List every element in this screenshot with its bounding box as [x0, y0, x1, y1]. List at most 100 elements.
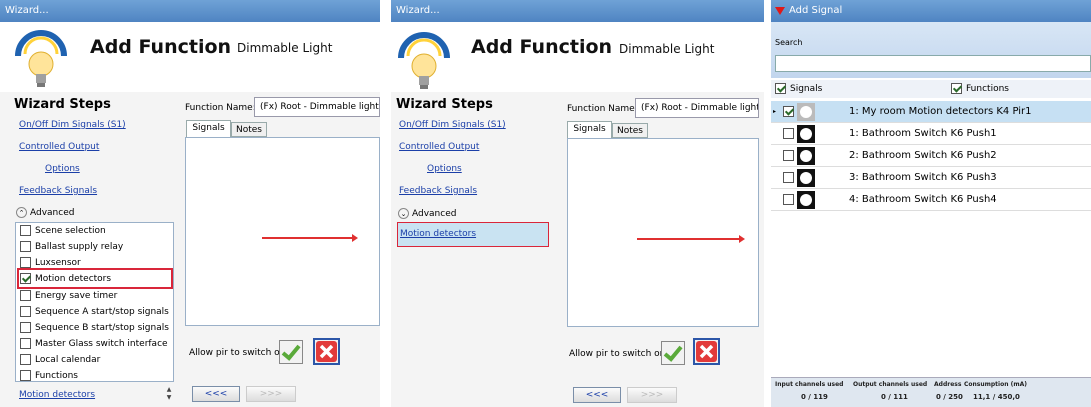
chevron-down-icon: ⌄: [398, 208, 409, 219]
checkbox[interactable]: [20, 257, 31, 268]
cancel-x-button[interactable]: [313, 338, 340, 365]
checkbox[interactable]: [783, 150, 794, 161]
signals-filter[interactable]: Signals: [775, 83, 822, 94]
window-title: Wizard...: [391, 0, 764, 22]
signals-filter-label: Signals: [790, 84, 823, 94]
checkbox-checked[interactable]: [951, 83, 962, 94]
option-local-calendar[interactable]: Local calendar: [20, 354, 100, 365]
push-button-icon: [797, 191, 815, 209]
back-button[interactable]: <<<: [192, 386, 240, 402]
signals-tab-content: [567, 138, 759, 327]
cancel-x-button[interactable]: [693, 338, 720, 365]
checkbox[interactable]: [783, 172, 794, 183]
search-input[interactable]: [775, 55, 1091, 72]
wizard-header: Add Function Dimmable Light: [391, 22, 764, 92]
advanced-options-list: Scene selection Ballast supply relay Lux…: [15, 222, 174, 382]
step-on-off-dim-signals[interactable]: On/Off Dim Signals (S1): [399, 120, 506, 130]
option-motion-detectors[interactable]: Motion detectors: [20, 273, 111, 284]
option-master-glass[interactable]: Master Glass switch interface: [20, 338, 168, 349]
step-controlled-output[interactable]: Controlled Output: [19, 142, 99, 152]
signal-label: 3: Bathroom Switch K6 Push3: [849, 172, 997, 183]
row-selector-icon: ▸: [773, 108, 777, 115]
confirm-check-button[interactable]: [661, 341, 685, 365]
signal-row[interactable]: 4: Bathroom Switch K6 Push4: [771, 189, 1091, 211]
option-ballast-supply-relay[interactable]: Ballast supply relay: [20, 241, 123, 252]
option-label: Ballast supply relay: [35, 242, 124, 252]
tab-signals[interactable]: Signals: [567, 121, 612, 138]
checkbox[interactable]: [20, 370, 31, 381]
checkbox[interactable]: [20, 241, 31, 252]
pir-sensor-icon: [797, 103, 815, 121]
push-button-icon: [797, 125, 815, 143]
light-bulb-icon: [398, 32, 450, 89]
allow-pir-label: Allow pir to switch on: [569, 349, 666, 359]
advanced-toggle[interactable]: ⌄ Advanced: [398, 208, 456, 219]
allow-pir-label: Allow pir to switch on: [189, 348, 286, 358]
window-title: Add Signal: [789, 5, 843, 16]
bottom-motion-detectors-link[interactable]: Motion detectors: [19, 390, 95, 400]
checkbox[interactable]: [20, 338, 31, 349]
chevron-up-icon: ⌃: [16, 207, 27, 218]
step-feedback-signals[interactable]: Feedback Signals: [19, 186, 97, 196]
tab-signals[interactable]: Signals: [186, 120, 231, 137]
checkbox-checked[interactable]: [775, 83, 786, 94]
address-header: Address: [934, 381, 962, 388]
option-luxsensor[interactable]: Luxsensor: [20, 257, 81, 268]
option-sequence-a[interactable]: Sequence A start/stop signals: [20, 306, 169, 317]
checkbox[interactable]: [20, 354, 31, 365]
consumption-header: Consumption (mA): [964, 381, 1027, 388]
confirm-check-button[interactable]: [279, 340, 303, 364]
checkbox-checked[interactable]: [783, 106, 794, 117]
checkbox-checked[interactable]: [20, 273, 31, 284]
advanced-toggle[interactable]: ⌃ Advanced: [16, 207, 74, 218]
checkbox[interactable]: [20, 290, 31, 301]
scrollbar[interactable]: ▲ ▼: [165, 386, 173, 404]
functions-filter[interactable]: Functions: [951, 83, 1009, 94]
option-label: Local calendar: [35, 355, 101, 365]
function-name-input[interactable]: (Fx) Root - Dimmable light: [254, 97, 380, 117]
step-feedback-signals[interactable]: Feedback Signals: [399, 186, 477, 196]
next-button[interactable]: >>>: [246, 386, 296, 402]
option-energy-save-timer[interactable]: Energy save timer: [20, 290, 117, 301]
red-arrow: [637, 235, 745, 243]
step-controlled-output[interactable]: Controlled Output: [399, 142, 479, 152]
signal-label: 1: My room Motion detectors K4 Pir1: [849, 106, 1032, 117]
step-options[interactable]: Options: [45, 164, 80, 174]
option-label: Scene selection: [35, 226, 106, 236]
header-title: Add Function: [90, 36, 232, 58]
step-on-off-dim-signals[interactable]: On/Off Dim Signals (S1): [19, 120, 126, 130]
output-channels-value: 0 / 111: [881, 393, 908, 401]
selected-step-item[interactable]: Motion detectors: [397, 222, 549, 247]
wizard-header: Add Function Dimmable Light: [0, 22, 380, 92]
checkbox[interactable]: [20, 322, 31, 333]
close-icon: [696, 341, 717, 362]
wizard-steps-title: Wizard Steps: [14, 97, 111, 112]
checkbox[interactable]: [783, 128, 794, 139]
option-functions[interactable]: Functions: [20, 370, 78, 381]
function-name-input[interactable]: (Fx) Root - Dimmable light: [635, 98, 759, 118]
checkbox[interactable]: [20, 225, 31, 236]
tab-notes[interactable]: Notes: [231, 122, 267, 137]
tab-notes[interactable]: Notes: [612, 123, 648, 138]
signal-label: 4: Bathroom Switch K6 Push4: [849, 194, 997, 205]
checkbox[interactable]: [20, 306, 31, 317]
next-button[interactable]: >>>: [627, 387, 677, 403]
signal-row[interactable]: 2: Bathroom Switch K6 Push2: [771, 145, 1091, 167]
input-channels-header: Input channels used: [775, 381, 844, 388]
signal-row[interactable]: 1: Bathroom Switch K6 Push1: [771, 123, 1091, 145]
option-label: Motion detectors: [35, 274, 112, 284]
signal-row[interactable]: 3: Bathroom Switch K6 Push3: [771, 167, 1091, 189]
push-button-icon: [797, 147, 815, 165]
option-sequence-b[interactable]: Sequence B start/stop signals: [20, 322, 169, 333]
window-title: Wizard...: [0, 0, 380, 22]
close-icon: [316, 341, 337, 362]
checkbox[interactable]: [783, 194, 794, 205]
header-subtitle: Dimmable Light: [619, 42, 715, 56]
option-scene-selection[interactable]: Scene selection: [20, 225, 106, 236]
back-button[interactable]: <<<: [573, 387, 621, 403]
signal-row[interactable]: ▸ 1: My room Motion detectors K4 Pir1: [771, 101, 1091, 123]
checkmark-icon: [281, 344, 301, 361]
window-title-bar: Add Signal: [771, 0, 1091, 22]
step-options[interactable]: Options: [427, 164, 462, 174]
push-button-icon: [797, 169, 815, 187]
